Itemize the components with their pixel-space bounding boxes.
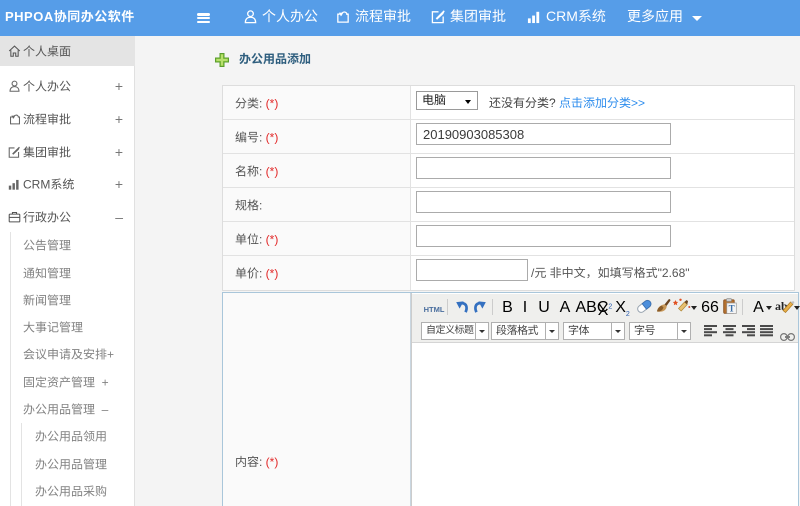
svg-text:T: T — [729, 304, 735, 314]
